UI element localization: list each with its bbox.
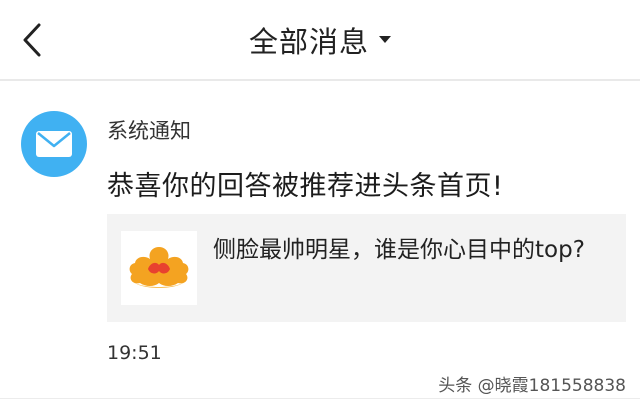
linked-article-card[interactable]: 侧脸最帅明星，谁是你心目中的top? [107, 214, 626, 322]
avatar [21, 111, 87, 177]
header-divider [0, 79, 640, 81]
message-text: 恭喜你的回答被推荐进头条首页! [107, 171, 504, 202]
bottom-divider [0, 398, 640, 399]
watermark: 头条 @晓霞181558838 [438, 376, 626, 396]
message-page: 全部消息 系统通知 恭喜你的回答被推荐进头条首页! 侧脸最帅明星，谁是你心目中的… [0, 0, 640, 402]
sender-name: 系统通知 [107, 119, 191, 143]
message-item: 系统通知 恭喜你的回答被推荐进头条首页! 侧脸最帅明星，谁是你心目中的top? … [0, 82, 640, 397]
mail-icon [36, 131, 72, 157]
article-title: 侧脸最帅明星，谁是你心目中的top? [213, 237, 585, 263]
toutiao-cloud-logo-icon [129, 247, 189, 288]
message-time: 19:51 [107, 342, 162, 364]
title-dropdown[interactable]: 全部消息 [0, 0, 640, 80]
article-thumbnail [121, 231, 197, 305]
header-bar: 全部消息 [0, 0, 640, 81]
caret-down-icon [379, 36, 391, 43]
page-title: 全部消息 [248, 25, 369, 59]
